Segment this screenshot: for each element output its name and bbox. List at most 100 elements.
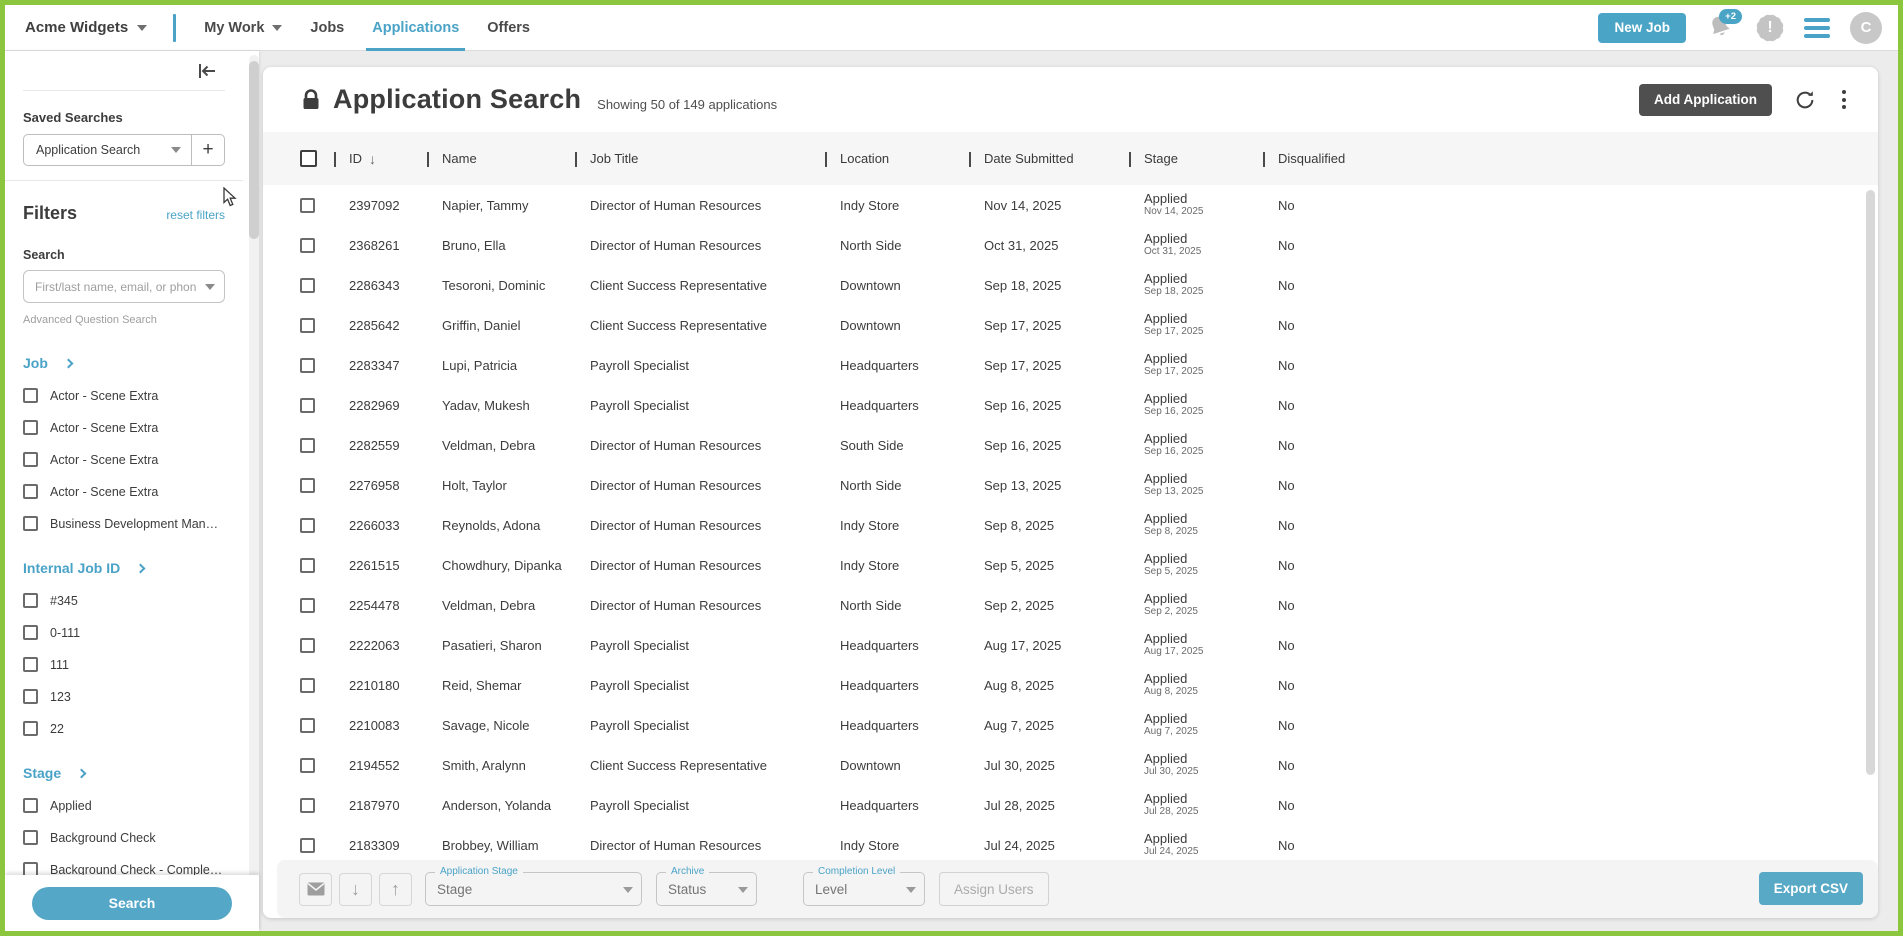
checkbox-unchecked-icon[interactable] — [23, 798, 38, 813]
nav-item-offers[interactable]: Offers — [487, 5, 530, 51]
row-checkbox[interactable] — [300, 758, 315, 773]
table-row[interactable]: 2282969 Yadav, Mukesh Payroll Specialist… — [263, 385, 1878, 425]
table-row[interactable]: 2210180 Reid, Shemar Payroll Specialist … — [263, 665, 1878, 705]
user-avatar[interactable]: C — [1850, 12, 1882, 44]
checkbox-unchecked-icon[interactable] — [23, 420, 38, 435]
completion-level-select[interactable]: Completion Level Level — [803, 872, 925, 906]
row-checkbox[interactable] — [300, 358, 315, 373]
filter-option[interactable]: #345 — [23, 593, 225, 608]
select-all-checkbox[interactable] — [300, 150, 317, 167]
checkbox-unchecked-icon[interactable] — [23, 657, 38, 672]
checkbox-unchecked-icon[interactable] — [23, 721, 38, 736]
table-row[interactable]: 2210083 Savage, Nicole Payroll Specialis… — [263, 705, 1878, 745]
caret-down-icon[interactable] — [205, 284, 215, 290]
filter-option[interactable]: Business Development Man… — [23, 516, 225, 531]
checkbox-unchecked-icon[interactable] — [23, 452, 38, 467]
table-row[interactable]: 2282559 Veldman, Debra Director of Human… — [263, 425, 1878, 465]
sidebar-scrollbar-thumb[interactable] — [249, 61, 259, 239]
table-row[interactable]: 2222063 Pasatieri, Sharon Payroll Specia… — [263, 625, 1878, 665]
filter-option[interactable]: Background Check - Comple… — [23, 862, 225, 875]
table-row[interactable]: 2286343 Tesoroni, Dominic Client Success… — [263, 265, 1878, 305]
checkbox-unchecked-icon[interactable] — [23, 830, 38, 845]
table-scrollbar-thumb[interactable] — [1866, 190, 1875, 775]
filter-option[interactable]: 123 — [23, 689, 225, 704]
move-up-button[interactable]: ↑ — [379, 873, 412, 906]
row-checkbox[interactable] — [300, 518, 315, 533]
checkbox-unchecked-icon[interactable] — [23, 484, 38, 499]
row-checkbox[interactable] — [300, 318, 315, 333]
filter-option[interactable]: Actor - Scene Extra — [23, 484, 225, 499]
row-checkbox[interactable] — [300, 598, 315, 613]
filter-option[interactable]: 111 — [23, 657, 225, 672]
advanced-question-search-link[interactable]: Advanced Question Search — [23, 314, 225, 326]
application-stage-select[interactable]: Application Stage Stage — [425, 872, 642, 906]
column-header-disqualified[interactable]: Disqualified — [1278, 151, 1878, 166]
filter-group-heading[interactable]: Job — [23, 355, 225, 371]
row-checkbox[interactable] — [300, 838, 315, 853]
checkbox-unchecked-icon[interactable] — [23, 516, 38, 531]
column-header-stage[interactable]: Stage — [1144, 151, 1278, 166]
nav-item-applications[interactable]: Applications — [372, 5, 459, 51]
sort-descending-icon[interactable]: ↓ — [369, 151, 376, 167]
filter-option[interactable]: 22 — [23, 721, 225, 736]
table-row[interactable]: 2183309 Brobbey, William Director of Hum… — [263, 825, 1878, 865]
table-row[interactable]: 2194552 Smith, Aralynn Client Success Re… — [263, 745, 1878, 785]
reset-filters-link[interactable]: reset filters — [166, 208, 225, 222]
new-job-button[interactable]: New Job — [1598, 13, 1686, 43]
filter-option[interactable]: Actor - Scene Extra — [23, 452, 225, 467]
table-row[interactable]: 2276958 Holt, Taylor Director of Human R… — [263, 465, 1878, 505]
row-checkbox[interactable] — [300, 558, 315, 573]
collapse-sidebar-icon[interactable] — [197, 63, 217, 79]
row-checkbox[interactable] — [300, 198, 315, 213]
add-saved-search-button[interactable]: + — [191, 135, 224, 165]
checkbox-unchecked-icon[interactable] — [23, 388, 38, 403]
row-checkbox[interactable] — [300, 438, 315, 453]
table-row[interactable]: 2283347 Lupi, Patricia Payroll Specialis… — [263, 345, 1878, 385]
add-application-button[interactable]: Add Application — [1639, 84, 1772, 116]
row-checkbox[interactable] — [300, 638, 315, 653]
row-checkbox[interactable] — [300, 398, 315, 413]
notifications-button[interactable]: +2 — [1706, 13, 1736, 43]
filter-option[interactable]: 0-111 — [23, 625, 225, 640]
row-checkbox[interactable] — [300, 718, 315, 733]
column-header-name[interactable]: Name — [442, 151, 590, 166]
table-row[interactable]: 2397092 Napier, Tammy Director of Human … — [263, 185, 1878, 225]
row-checkbox[interactable] — [300, 238, 315, 253]
menu-button[interactable] — [1804, 18, 1830, 38]
table-row[interactable]: 2266033 Reynolds, Adona Director of Huma… — [263, 505, 1878, 545]
alerts-button[interactable]: ! — [1756, 14, 1784, 42]
table-row[interactable]: 2285642 Griffin, Daniel Client Success R… — [263, 305, 1878, 345]
filter-option[interactable]: Applied — [23, 798, 225, 813]
search-input[interactable] — [35, 280, 196, 294]
saved-search-select[interactable]: Application Search — [24, 135, 191, 165]
apply-filters-search-button[interactable]: Search — [32, 887, 232, 920]
column-header-job-title[interactable]: Job Title — [590, 151, 840, 166]
filter-option[interactable]: Actor - Scene Extra — [23, 420, 225, 435]
filter-option[interactable]: Actor - Scene Extra — [23, 388, 225, 403]
table-row[interactable]: 2187970 Anderson, Yolanda Payroll Specia… — [263, 785, 1878, 825]
checkbox-unchecked-icon[interactable] — [23, 689, 38, 704]
export-csv-button[interactable]: Export CSV — [1759, 872, 1863, 905]
email-button[interactable] — [299, 873, 332, 906]
row-checkbox[interactable] — [300, 678, 315, 693]
move-down-button[interactable]: ↓ — [339, 873, 372, 906]
nav-item-my-work[interactable]: My Work — [204, 5, 282, 51]
filter-group-heading[interactable]: Internal Job ID — [23, 560, 225, 576]
more-options-icon[interactable] — [1838, 86, 1850, 113]
refresh-icon[interactable] — [1794, 89, 1816, 111]
checkbox-unchecked-icon[interactable] — [23, 862, 38, 875]
table-row[interactable]: 2254478 Veldman, Debra Director of Human… — [263, 585, 1878, 625]
column-header-date-submitted[interactable]: Date Submitted — [984, 151, 1144, 166]
org-switcher[interactable]: Acme Widgets — [25, 19, 147, 36]
column-header-location[interactable]: Location — [840, 151, 984, 166]
table-row[interactable]: 2368261 Bruno, Ella Director of Human Re… — [263, 225, 1878, 265]
checkbox-unchecked-icon[interactable] — [23, 625, 38, 640]
filter-group-heading[interactable]: Stage — [23, 765, 225, 781]
assign-users-button[interactable]: Assign Users — [939, 872, 1049, 906]
table-row[interactable]: 2261515 Chowdhury, Dipanka Director of H… — [263, 545, 1878, 585]
row-checkbox[interactable] — [300, 278, 315, 293]
nav-item-jobs[interactable]: Jobs — [310, 5, 344, 51]
filter-option[interactable]: Background Check — [23, 830, 225, 845]
checkbox-unchecked-icon[interactable] — [23, 593, 38, 608]
row-checkbox[interactable] — [300, 478, 315, 493]
